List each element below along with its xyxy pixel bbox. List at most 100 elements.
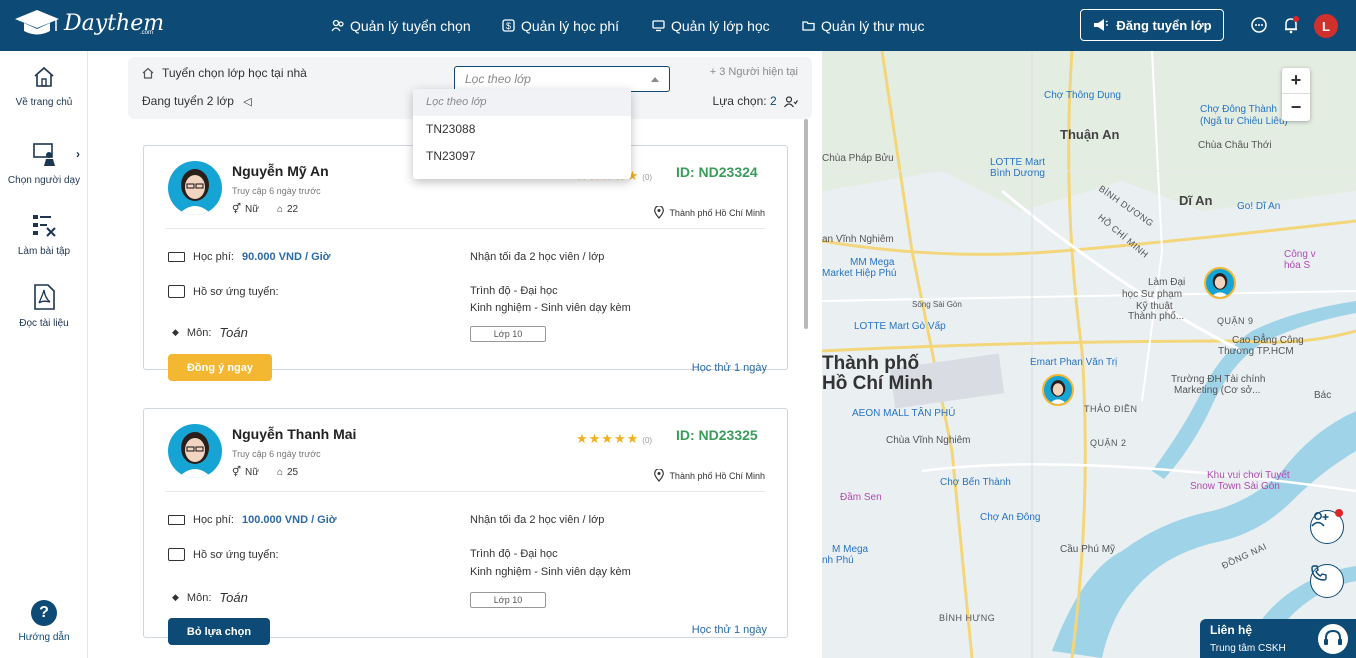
select-placeholder: Lọc theo lớp (465, 72, 531, 86)
main-content: Tuyển chọn lớp học tại nhà Đang tuyển 2 … (88, 51, 822, 658)
rating-count: (0) (642, 173, 653, 182)
chevron-right-icon: › (76, 147, 80, 161)
tutor-avatar[interactable] (168, 424, 222, 478)
user-check-icon[interactable] (784, 96, 798, 108)
tutor-id: ID: ND23324 (676, 164, 758, 180)
zoom-out-button[interactable]: − (1282, 94, 1310, 120)
map-label: MM Mega (850, 257, 895, 268)
megaphone-icon: ◁ (243, 96, 252, 108)
location-pin-icon (654, 206, 665, 219)
zoom-in-button[interactable]: + (1282, 68, 1310, 94)
map-view[interactable]: Thuận An Dĩ An Thành phố Hồ Chí Minh Chợ… (822, 51, 1356, 658)
help-icon: ? (31, 600, 57, 626)
sidebar-item-choose-teacher[interactable]: Chọn người dạy › (0, 141, 88, 186)
tutor-map-marker[interactable] (1042, 374, 1074, 406)
map-label: Chợ Bến Thành (940, 477, 1011, 488)
map-label: Bình Dương (990, 168, 1045, 179)
sidebar-item-homework[interactable]: Làm bài tập (0, 212, 88, 257)
map-label: Cao Đẳng Công (1232, 335, 1304, 346)
map-label: Khu vui chơi Tuyết (1207, 470, 1290, 481)
remove-selection-button[interactable]: Bỏ lựa chọn (168, 618, 270, 645)
person-icon (1211, 273, 1229, 297)
tutor-map-marker[interactable] (1204, 267, 1236, 299)
map-label: Chùa Pháp Bửu (822, 153, 894, 164)
sidebar-item-documents[interactable]: Đọc tài liệu (0, 284, 88, 329)
agree-button[interactable]: Đồng ý ngay (168, 354, 272, 381)
chat-icon[interactable] (1250, 16, 1268, 34)
level: Trình độ - Đại học (470, 285, 558, 297)
fee-row: Học phí: 90.000 VND / Giờ (168, 251, 331, 263)
recruiting-count: Đang tuyển 2 lớp ◁ (142, 94, 252, 108)
nav-label: Quản lý tuyển chọn (350, 17, 471, 34)
tutor-name[interactable]: Nguyễn Thanh Mai (232, 426, 356, 442)
nav-recruitment[interactable]: Quản lý tuyển chọn (331, 0, 471, 51)
map-label: Thuận An (1060, 127, 1120, 142)
caret-up-icon[interactable] (651, 77, 659, 82)
map-label: Go! Dĩ An (1237, 201, 1281, 212)
experience: Kinh nghiệm - Sinh viên dạy kèm (470, 566, 631, 578)
sidebar-item-home[interactable]: Về trang chủ (0, 65, 88, 108)
cake-icon: ⌂ (276, 467, 283, 478)
person-icon (178, 432, 212, 478)
add-user-icon (1311, 512, 1329, 527)
nav-folders[interactable]: Quản lý thư mục (802, 0, 925, 51)
notification-dot (1335, 509, 1343, 517)
users-icon (331, 19, 344, 31)
bell-icon[interactable] (1282, 16, 1300, 34)
scrollbar[interactable] (804, 119, 808, 329)
profile-row: Hồ sơ ứng tuyển: (168, 548, 279, 561)
add-user-button[interactable] (1310, 509, 1344, 544)
subject-value: Toán (219, 325, 248, 340)
post-class-button[interactable]: Đăng tuyển lớp (1080, 9, 1224, 41)
map-label: QUẬN 2 (1090, 438, 1127, 448)
trial-link[interactable]: Học thử 1 ngày (692, 624, 767, 636)
map-label: Thành phố (822, 353, 920, 374)
fee-value: 90.000 VND / Giờ (241, 251, 331, 263)
monitor-icon (652, 20, 665, 32)
dropdown-option[interactable]: Lọc theo lớp (413, 89, 631, 116)
location-pin-icon (654, 469, 665, 482)
contact-support[interactable]: Liên hệ Trung tâm CSKH (1200, 619, 1356, 658)
diamond-icon: ◆ (172, 592, 179, 602)
map-label: Market Hiệp Phú (822, 268, 897, 279)
subject-row: ◆ Môn: Toán (172, 590, 248, 605)
user-avatar[interactable]: L (1314, 14, 1338, 38)
nav-label: Quản lý học phí (521, 17, 620, 34)
class-tag: Lớp 10 (470, 326, 546, 342)
map-label: Sông Sài Gòn (912, 300, 962, 309)
nav-tuition[interactable]: $ Quản lý học phí (502, 0, 619, 51)
map-label: Cầu Phú Mỹ (1060, 544, 1116, 555)
sidebar-item-help[interactable]: ? Hướng dẫn (0, 600, 88, 643)
divider (166, 491, 765, 492)
age: 22 (287, 204, 299, 215)
cash-icon (168, 515, 185, 525)
fee-row: Học phí: 100.000 VND / Giờ (168, 514, 337, 526)
tutor-location: Thành phố Hồ Chí Minh (654, 469, 765, 482)
sidebar: Về trang chủ Chọn người dạy › Làm bài tậ… (0, 51, 88, 658)
map-label: Hồ Chí Minh (822, 373, 933, 394)
fee-label: Học phí: (193, 251, 234, 263)
dropdown-option[interactable]: TN23088 (413, 116, 631, 143)
teacher-board-icon (33, 143, 55, 166)
last-access: Truy cập 6 ngày trước (232, 449, 321, 459)
dropdown-option[interactable]: TN23097 (413, 143, 631, 170)
tutor-avatar[interactable] (168, 161, 222, 215)
map-label: Thương TP.HCM (1218, 346, 1294, 357)
class-tag: Lớp 10 (470, 592, 546, 608)
gender: Nữ (245, 467, 259, 478)
cash-icon (168, 252, 185, 262)
fee-value: 100.000 VND / Giờ (241, 514, 337, 526)
cake-icon: ⌂ (276, 204, 283, 215)
map-label: Trường ĐH Tài chính (1171, 374, 1266, 385)
call-button[interactable] (1310, 564, 1344, 598)
sidebar-label: Hướng dẫn (18, 632, 70, 643)
gender-icon: ⚥ (232, 467, 242, 478)
home-icon (142, 67, 154, 79)
nav-classes[interactable]: Quản lý lớp học (652, 0, 770, 51)
sidebar-label: Về trang chủ (15, 97, 73, 108)
tutor-name[interactable]: Nguyễn Mỹ An (232, 163, 329, 179)
diamond-icon: ◆ (172, 327, 179, 337)
stars: ★★★★★ (576, 431, 640, 446)
tutor-meta: ⚥ Nữ ⌂ 25 (232, 467, 298, 478)
trial-link[interactable]: Học thử 1 ngày (692, 362, 767, 374)
